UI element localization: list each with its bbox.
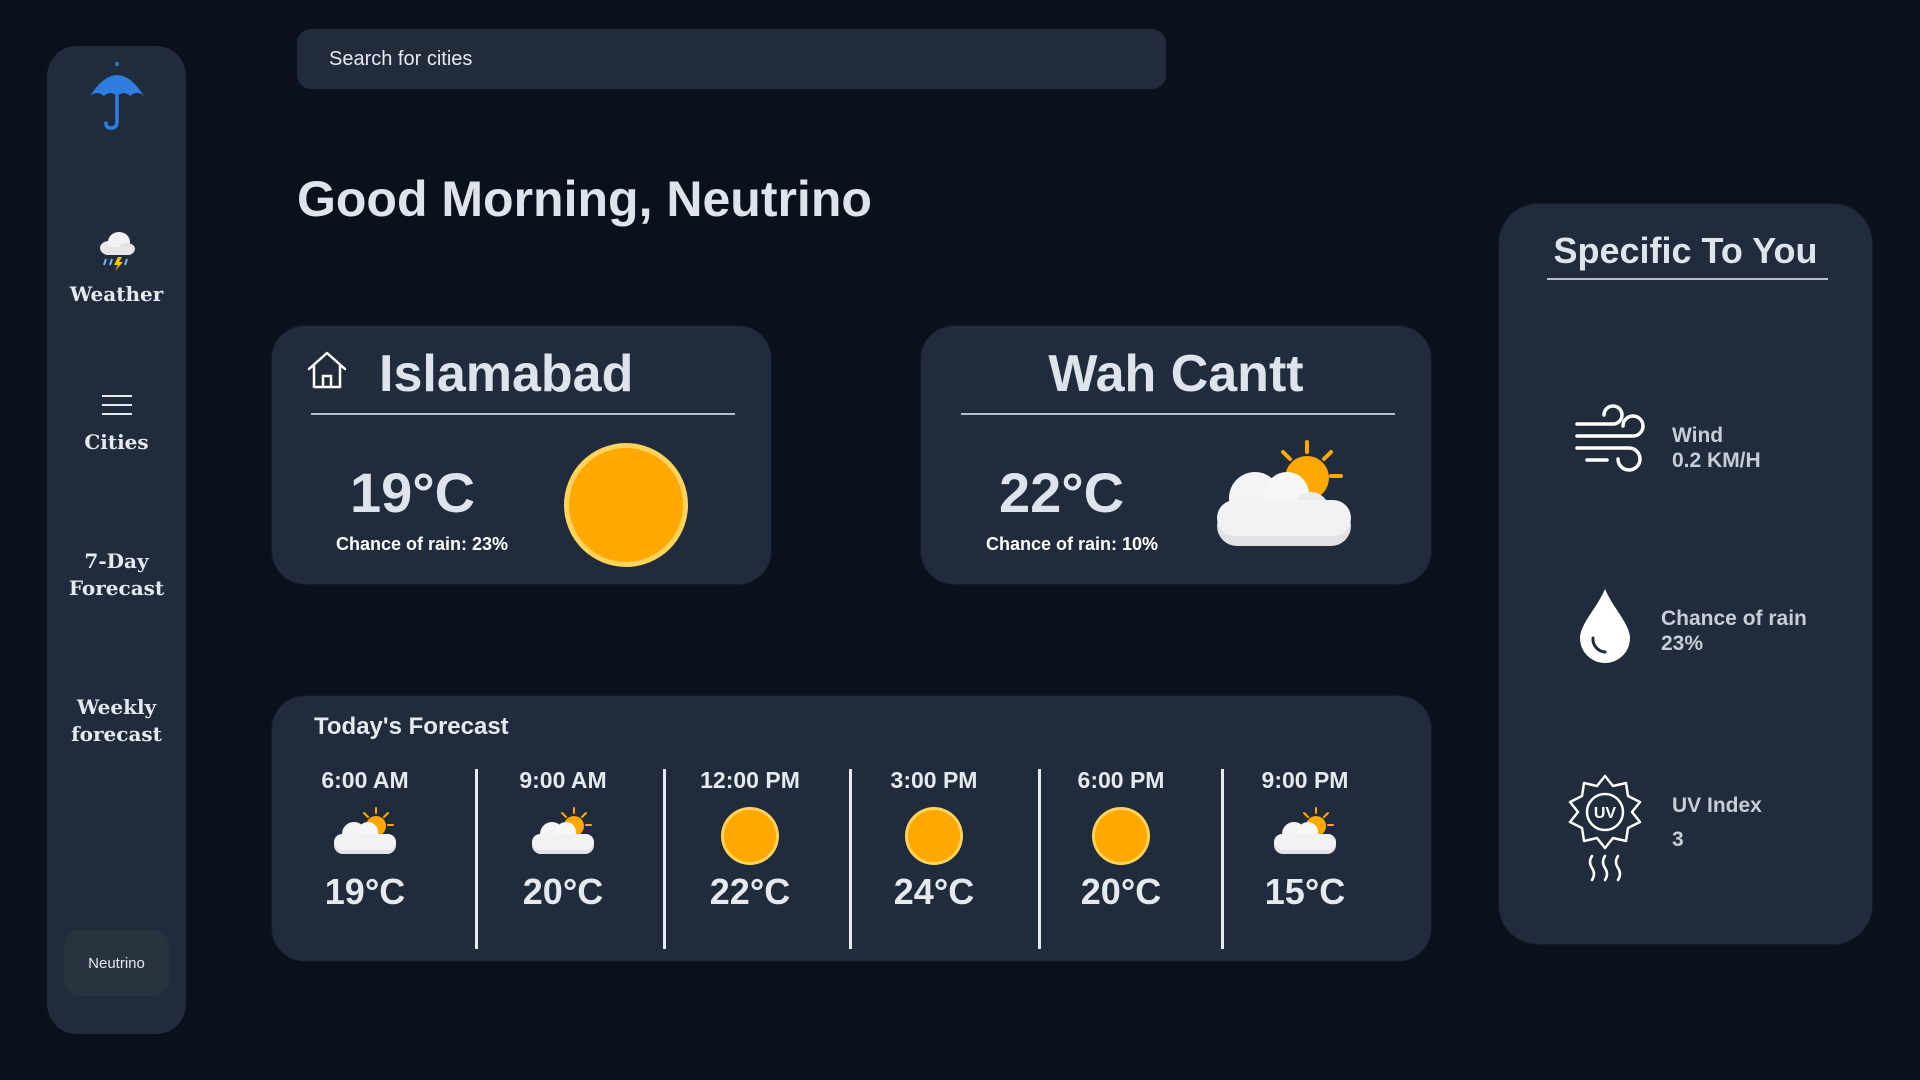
cloud-rain-icon	[47, 228, 186, 279]
divider	[961, 413, 1395, 415]
forecast-time: 9:00 AM	[519, 767, 607, 793]
partly-cloudy-icon	[332, 806, 398, 863]
search-bar[interactable]	[297, 29, 1166, 89]
city-name: Islamabad	[379, 345, 634, 403]
forecast-temperature: 20°C	[522, 871, 604, 912]
rain-label: Chance of rain	[1661, 607, 1807, 630]
svg-text:UV: UV	[1594, 805, 1617, 822]
greeting-heading: Good Morning, Neutrino	[297, 171, 872, 227]
divider	[1547, 278, 1828, 280]
uv-index-icon: UV	[1568, 774, 1642, 889]
forecast-slot[interactable]: 12:00 PM 22°C	[670, 696, 830, 963]
city-name: Wah Cantt	[1048, 345, 1304, 403]
divider	[663, 769, 666, 949]
menu-icon	[47, 392, 186, 427]
sun-icon	[720, 806, 780, 871]
divider	[475, 769, 478, 949]
todays-forecast-card: Today's Forecast 6:00 AM 19°C 9:00 AM 20…	[271, 695, 1432, 962]
panel-title: Specific To You	[1553, 230, 1818, 271]
partly-cloudy-icon	[1213, 438, 1357, 555]
forecast-temperature: 22°C	[709, 871, 791, 912]
forecast-time: 3:00 PM	[890, 767, 978, 793]
divider	[1221, 769, 1224, 949]
forecast-time: 9:00 PM	[1261, 767, 1349, 793]
forecast-slot[interactable]: 3:00 PM 24°C	[854, 696, 1014, 963]
sun-icon	[904, 806, 964, 871]
forecast-temperature: 20°C	[1080, 871, 1162, 912]
forecast-slot[interactable]: 6:00 PM 20°C	[1041, 696, 1201, 963]
sidebar-item-cities[interactable]: Cities	[47, 392, 186, 456]
uv-value: 3	[1672, 828, 1684, 851]
forecast-time: 6:00 AM	[321, 767, 409, 793]
wind-value: 0.2 KM/H	[1672, 449, 1761, 472]
forecast-time: 12:00 PM	[700, 767, 800, 793]
sidebar-item-label: Weather	[69, 282, 164, 306]
uv-label: UV Index	[1672, 794, 1762, 817]
divider	[849, 769, 852, 949]
current-temperature: 19°C	[350, 461, 476, 524]
forecast-slot[interactable]: 9:00 AM 20°C	[483, 696, 643, 963]
city-card-wah-cantt[interactable]: Wah Cantt 22°C Chance of rain: 10%	[920, 325, 1432, 585]
partly-cloudy-icon	[530, 806, 596, 863]
rain-value: 23%	[1661, 632, 1704, 655]
chance-of-rain: Chance of rain: 10%	[986, 534, 1159, 554]
sidebar-item-weekly-forecast[interactable]: Weekly forecast	[47, 694, 186, 748]
sidebar-item-weather[interactable]: Weather	[47, 228, 186, 308]
sidebar: Weather Cities 7-Day Forecast Weekly for…	[47, 46, 186, 1034]
wind-icon	[1573, 402, 1649, 483]
forecast-temperature: 19°C	[324, 871, 406, 912]
home-icon	[305, 348, 349, 397]
forecast-temperature: 24°C	[893, 871, 975, 912]
partly-cloudy-icon	[1272, 806, 1338, 863]
sidebar-item-label: 7-Day Forecast	[68, 549, 165, 600]
current-temperature: 22°C	[999, 461, 1125, 524]
sun-icon	[1091, 806, 1151, 871]
city-card-islamabad[interactable]: Islamabad 19°C Chance of rain: 23%	[271, 325, 772, 585]
umbrella-icon[interactable]	[87, 60, 147, 130]
raindrop-icon	[1577, 586, 1633, 671]
chance-of-rain: Chance of rain: 23%	[336, 534, 509, 554]
sidebar-item-label: Cities	[84, 430, 149, 454]
wind-label: Wind	[1672, 424, 1724, 447]
user-name: Neutrino	[88, 954, 145, 972]
sun-icon	[562, 441, 690, 574]
forecast-time: 6:00 PM	[1077, 767, 1165, 793]
forecast-slot[interactable]: 9:00 PM 15°C	[1225, 696, 1385, 963]
search-input[interactable]	[329, 47, 1166, 71]
specific-to-you-panel: Specific To You Wind 0.2 KM/H Chance of …	[1498, 203, 1873, 945]
user-profile-button[interactable]: Neutrino	[64, 930, 169, 996]
sidebar-item-7-day-forecast[interactable]: 7-Day Forecast	[47, 548, 186, 602]
divider	[311, 413, 735, 415]
forecast-slot[interactable]: 6:00 AM 19°C	[285, 696, 445, 963]
forecast-temperature: 15°C	[1264, 871, 1346, 912]
sidebar-item-label: Weekly forecast	[71, 695, 162, 746]
